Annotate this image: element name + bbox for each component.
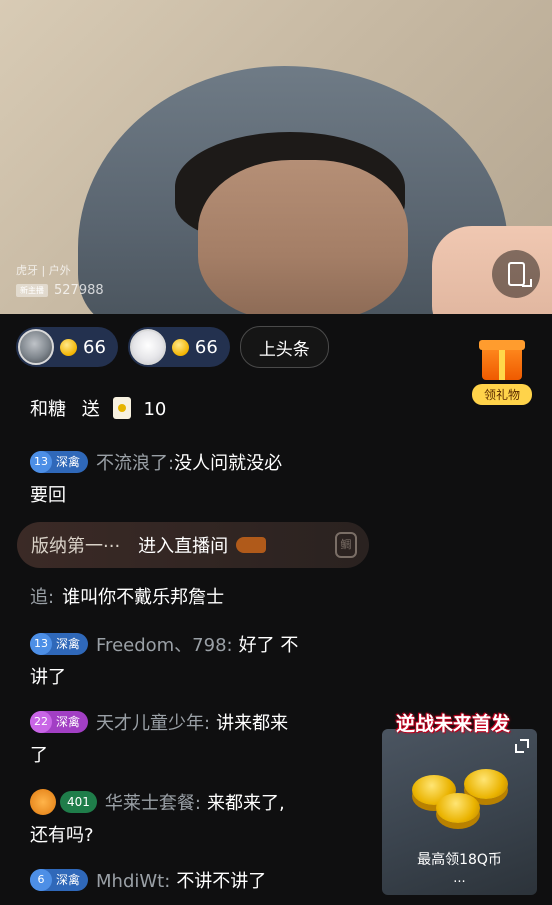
chat-text-cont: 要回 bbox=[30, 485, 66, 506]
chat-message: 6 深禽 MhdiWt: 不讲不讲了 bbox=[30, 866, 266, 898]
chat-message: 追: 谁叫你不戴乐邦詹士 bbox=[30, 582, 224, 614]
chat-user[interactable]: 追: bbox=[30, 587, 54, 608]
gift-verb: 送 bbox=[81, 399, 100, 420]
fan-badge-name: 深禽 bbox=[56, 455, 81, 469]
chat-text: 谁叫你不戴乐邦詹士 bbox=[62, 587, 225, 608]
chat-message: 401 华莱士套餐: 来都来了, 还有吗? bbox=[30, 788, 285, 852]
fan-badge: 22 深禽 bbox=[30, 711, 89, 733]
chat-text-cont: 讲了 bbox=[30, 667, 66, 688]
fan-badge: 13 深禽 bbox=[30, 633, 89, 655]
chat-text: 不讲不讲了 bbox=[176, 871, 267, 892]
enter-room-notice: 版纳第一··· 进入直播间 鲷 bbox=[17, 522, 369, 568]
chat-user[interactable]: 华莱士套餐: bbox=[105, 793, 201, 814]
tiger-avatar-icon bbox=[30, 789, 56, 815]
fan-level: 6 bbox=[30, 869, 52, 891]
ad-title: 逆战未来首发 bbox=[396, 713, 511, 735]
chat-text: 好了 不 bbox=[238, 635, 299, 656]
fan-badge: 6 深禽 bbox=[30, 869, 89, 891]
chat-user[interactable]: Freedom、798: bbox=[96, 635, 233, 656]
gift-sender: 和糖 bbox=[30, 399, 66, 420]
enter-user[interactable]: 版纳第一··· bbox=[31, 532, 120, 558]
fan-level: 22 bbox=[30, 711, 52, 733]
chat-user[interactable]: 天才儿童少年: bbox=[96, 713, 210, 734]
expand-icon[interactable] bbox=[515, 739, 529, 753]
chat-message: 13 深禽 不流浪了:没人问就没必 要回 bbox=[30, 448, 282, 512]
chat-text: 没人问就没必 bbox=[174, 453, 283, 474]
gift-amount: 10 bbox=[143, 399, 167, 420]
chat-message: 13 深禽 Freedom、798: 好了 不 讲了 bbox=[30, 630, 298, 694]
gold-coins-image bbox=[410, 759, 510, 839]
chat-text: 来都来了, bbox=[206, 793, 285, 814]
fan-badge-name: 深禽 bbox=[56, 715, 81, 729]
chat-text-cont: 还有吗? bbox=[30, 825, 94, 846]
ad-card-body[interactable]: 最高领18Q币 ··· bbox=[382, 729, 537, 895]
chat-text-cont: 了 bbox=[30, 745, 48, 766]
enter-action: 进入直播间 bbox=[138, 536, 229, 557]
chat-text: 讲来都来 bbox=[216, 713, 289, 734]
shield-icon: 鲷 bbox=[335, 532, 357, 558]
fan-badge-name: 深禽 bbox=[56, 637, 81, 651]
ad-caption: 最高领18Q币 bbox=[417, 852, 502, 868]
chat-message: 22 深禽 天才儿童少年: 讲来都来 了 bbox=[30, 708, 288, 772]
horse-icon bbox=[236, 537, 267, 553]
fan-badge-name: 深禽 bbox=[56, 873, 81, 887]
fan-level: 13 bbox=[30, 633, 52, 655]
chat-user[interactable]: 不流浪了: bbox=[96, 453, 174, 474]
ad-more: ··· bbox=[453, 875, 466, 890]
level-badge: 401 bbox=[60, 791, 97, 813]
fan-level: 13 bbox=[30, 451, 52, 473]
gift-item-icon bbox=[113, 397, 132, 419]
chat-user[interactable]: MhdiWt: bbox=[96, 871, 170, 892]
fan-badge: 13 深禽 bbox=[30, 451, 89, 473]
gift-message: 和糖 送 10 bbox=[30, 394, 166, 426]
ad-card[interactable]: 最高领18Q币 ··· 逆战未来首发 bbox=[382, 705, 537, 895]
